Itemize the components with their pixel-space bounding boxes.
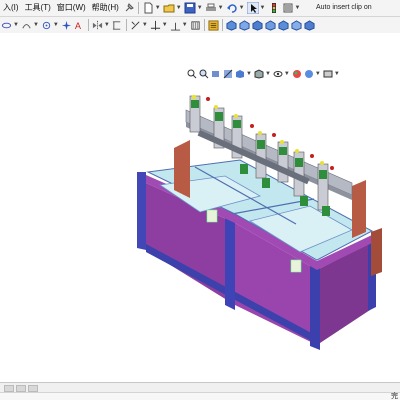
view-icon[interactable]: [252, 19, 263, 31]
chevron-down-icon[interactable]: ▼: [142, 22, 148, 28]
corner-post: [371, 228, 382, 276]
sketch-icon[interactable]: [1, 20, 12, 31]
status-message: Auto insert clip on: [316, 4, 372, 11]
display-style-icon[interactable]: [254, 69, 264, 79]
chevron-down-icon[interactable]: ▼: [246, 71, 252, 77]
side-bracket: [174, 140, 190, 198]
options-icon[interactable]: [282, 2, 294, 14]
chevron-down-icon[interactable]: ▼: [295, 5, 301, 11]
menu-window[interactable]: 窗口(W): [54, 0, 89, 16]
toolbar-separator: [87, 19, 89, 31]
new-file-icon[interactable]: [142, 2, 154, 14]
chevron-down-icon[interactable]: ▼: [239, 5, 245, 11]
circle-icon[interactable]: [61, 20, 72, 31]
pushpin-icon[interactable]: [123, 2, 135, 14]
toolbar-separator: [125, 19, 127, 31]
clamp-block: [206, 209, 218, 223]
view-icon[interactable]: [291, 19, 302, 31]
undo-icon[interactable]: [226, 2, 238, 14]
hide-show-icon[interactable]: [273, 69, 283, 79]
svg-text:A: A: [75, 21, 82, 31]
bottom-bar: 完: [0, 382, 400, 400]
view-icon[interactable]: [265, 19, 276, 31]
grid-icon[interactable]: [190, 20, 201, 31]
view-icon[interactable]: [278, 19, 289, 31]
section-view-icon[interactable]: [223, 69, 233, 79]
chevron-down-icon[interactable]: ▼: [197, 5, 203, 11]
select-arrow-icon[interactable]: [246, 2, 259, 14]
tab-nav[interactable]: [28, 385, 38, 392]
scene-icon[interactable]: [304, 69, 314, 79]
view-icon[interactable]: [304, 19, 315, 31]
print-icon[interactable]: [205, 2, 217, 14]
chevron-down-icon[interactable]: ▼: [284, 71, 290, 77]
mirror-icon[interactable]: [92, 20, 103, 31]
toolbar-separator: [221, 19, 223, 31]
display-settings-icon[interactable]: [323, 69, 333, 79]
chevron-down-icon[interactable]: ▼: [265, 71, 271, 77]
graphics-viewport[interactable]: ▼ ▼ ▼ ▼ ▼: [0, 33, 400, 383]
clamp-block: [290, 259, 302, 273]
chevron-down-icon[interactable]: ▼: [315, 71, 321, 77]
chevron-down-icon[interactable]: ▼: [155, 5, 161, 11]
offset-icon[interactable]: [112, 20, 123, 31]
chevron-down-icon[interactable]: ▼: [13, 22, 19, 28]
toolbar-separator: [203, 19, 205, 31]
arc-icon[interactable]: [21, 20, 32, 31]
menu-tools[interactable]: 工具(T): [22, 0, 54, 16]
chevron-down-icon[interactable]: ▼: [104, 22, 110, 28]
chevron-down-icon[interactable]: ▼: [218, 5, 224, 11]
chevron-down-icon[interactable]: ▼: [162, 22, 168, 28]
save-icon[interactable]: [184, 2, 196, 14]
relation-icon[interactable]: [170, 20, 181, 31]
rebuild-icon[interactable]: [268, 2, 280, 14]
chevron-down-icon[interactable]: ▼: [182, 22, 188, 28]
chevron-down-icon[interactable]: ▼: [33, 22, 39, 28]
zoom-area-icon[interactable]: [199, 69, 209, 79]
text-icon[interactable]: A: [74, 20, 85, 31]
view-icon[interactable]: [239, 19, 250, 31]
chevron-down-icon[interactable]: ▼: [53, 22, 59, 28]
smart-component-icon[interactable]: [208, 19, 219, 31]
machine-model: [137, 94, 382, 350]
appearance-icon[interactable]: [292, 69, 302, 79]
heads-up-view-toolbar: ▼ ▼ ▼ ▼ ▼: [186, 68, 341, 80]
frame-leg: [310, 262, 320, 350]
view-orientation-icon[interactable]: [235, 69, 245, 79]
chevron-down-icon[interactable]: ▼: [334, 71, 340, 77]
frame-leg: [137, 172, 146, 250]
frame-leg: [225, 218, 235, 310]
tab-nav[interactable]: [16, 385, 26, 392]
open-file-icon[interactable]: [163, 2, 175, 14]
view-tabs: [4, 385, 38, 392]
view-icon[interactable]: [226, 19, 237, 31]
status-text: 完: [391, 393, 398, 400]
side-bracket: [352, 180, 366, 238]
previous-view-icon[interactable]: [211, 69, 221, 79]
tab-nav[interactable]: [4, 385, 14, 392]
chevron-down-icon[interactable]: ▼: [176, 5, 182, 11]
sketch-toolbar: ▼ ▼ ▼ A ▼ ▼ ▼ ▼: [0, 17, 400, 34]
status-bar: [0, 392, 400, 400]
point-icon[interactable]: [41, 20, 52, 31]
move-icon[interactable]: [150, 20, 161, 31]
menu-help[interactable]: 帮助(H): [89, 0, 122, 16]
trim-icon[interactable]: [130, 20, 141, 31]
toolbar-separator: [137, 2, 139, 14]
zoom-fit-icon[interactable]: [187, 69, 197, 79]
chevron-down-icon[interactable]: ▼: [260, 5, 266, 11]
solidworks-window: 入(I) 工具(T) 窗口(W) 帮助(H) ▼ ▼ ▼ ▼ ▼ ▼ ▼ Aut…: [0, 0, 400, 400]
menu-insert[interactable]: 入(I): [0, 0, 22, 16]
